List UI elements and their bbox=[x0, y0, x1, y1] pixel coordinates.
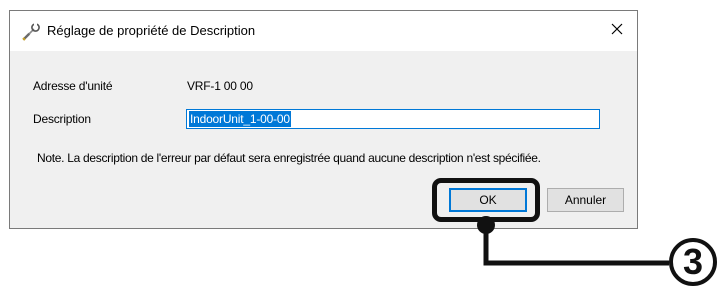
ok-button-highlight bbox=[432, 178, 540, 222]
callout-connector bbox=[477, 216, 669, 266]
step-number-badge: 3 bbox=[669, 238, 717, 286]
screenshot-stage: Réglage de propriété de Description Adre… bbox=[0, 0, 722, 289]
